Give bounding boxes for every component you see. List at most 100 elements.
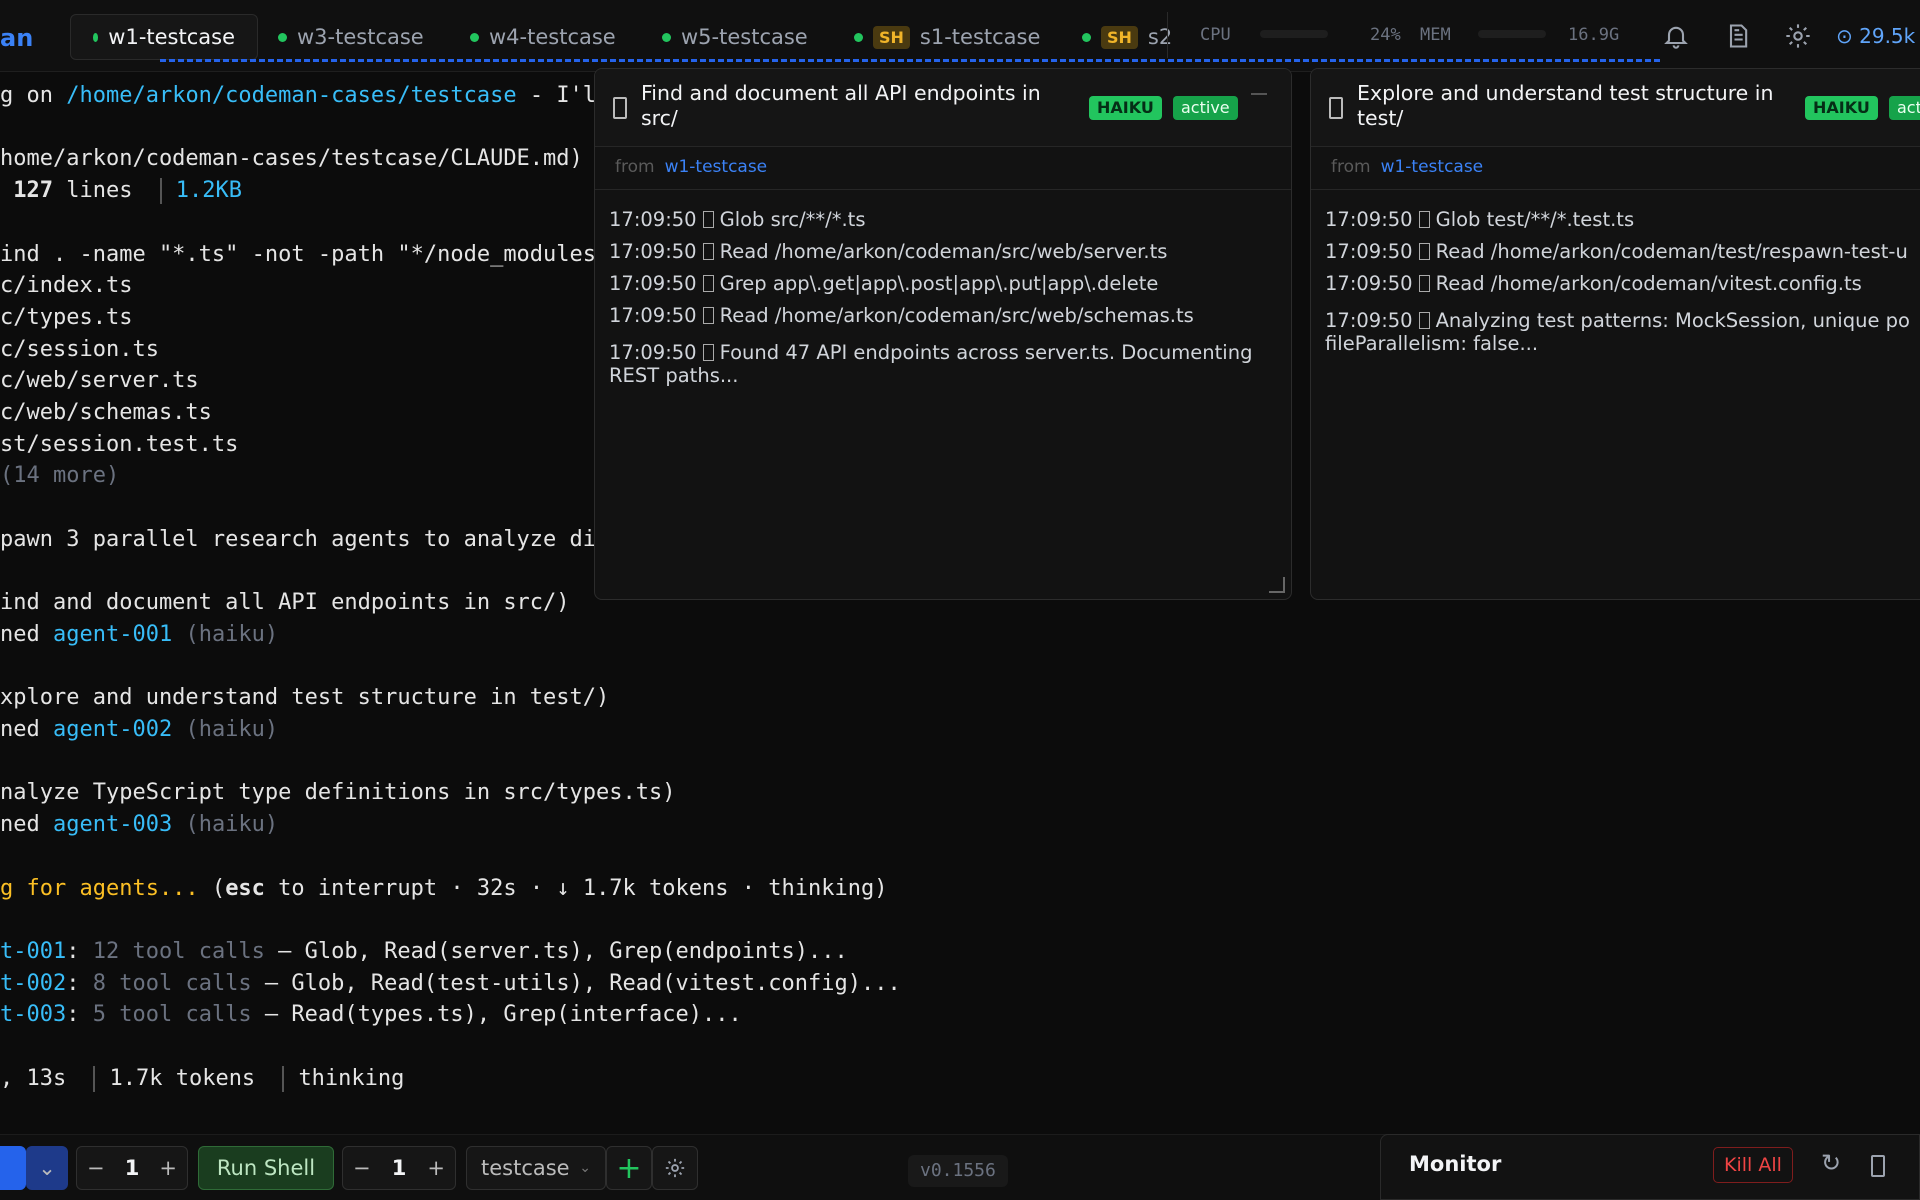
resize-handle[interactable] [1269, 577, 1285, 593]
increment-button[interactable]: + [427, 1156, 445, 1180]
app-logo: an [0, 24, 34, 52]
terminal-text: (haiku) [172, 621, 279, 647]
source-session-link[interactable]: w1-testcase [665, 157, 768, 177]
tool-icon [1418, 312, 1430, 329]
session-status-dot [470, 32, 479, 42]
tab-s1-testcase[interactable]: SH s1-testcase [854, 14, 1040, 60]
terminal-text: 127 [13, 178, 53, 204]
tab-label: s2 [1147, 25, 1173, 49]
add-button[interactable]: + [606, 1146, 652, 1190]
refresh-icon[interactable]: ↻ [1821, 1149, 1841, 1177]
tool-icon [702, 211, 714, 228]
decrement-button[interactable]: − [87, 1156, 105, 1180]
terminal-line: (14 more) [0, 460, 119, 492]
tab-s2[interactable]: SH s2 [1082, 14, 1172, 60]
terminal-line: ned agent-002 (haiku) [0, 714, 278, 746]
model-badge: HAIKU [1089, 96, 1162, 120]
tab-label: w5-testcase [681, 25, 808, 49]
terminal-line: c/session.ts [0, 334, 159, 366]
separator [159, 178, 162, 205]
terminal-text: c/session.ts [0, 336, 159, 362]
source-session-link[interactable]: w1-testcase [1381, 157, 1484, 177]
agent-card-2[interactable]: Explore and understand test structure in… [1310, 68, 1920, 600]
log-time: 17:09:50 [609, 341, 697, 364]
terminal-text: agent-003 [52, 812, 173, 838]
terminal-text: (haiku) [172, 717, 279, 742]
decrement-button[interactable]: − [353, 1156, 371, 1180]
chevron-down-icon: ⌄ [579, 1160, 591, 1176]
bell-icon[interactable] [1662, 22, 1690, 50]
log-text: Read /home/arkon/codeman/src/web/server.… [719, 240, 1168, 263]
tool-icon [1418, 211, 1430, 228]
terminal-text: home/arkon/codeman-cases/testcase/CLAUDE… [0, 146, 583, 172]
terminal-line: g on /home/arkon/codeman-cases/testcase … [0, 80, 596, 112]
case-select[interactable]: testcase ⌄ [466, 1146, 606, 1190]
settings-gear-icon[interactable] [652, 1146, 698, 1190]
tab-w4-testcase[interactable]: w4-testcase [470, 14, 616, 60]
agent-card-title: Find and document all API endpoints in s… [641, 81, 1041, 130]
log-entry: 17:09:50 Analyzing test patterns: MockSes… [1325, 309, 1920, 355]
agent-card-header: Find and document all API endpoints in s… [595, 69, 1291, 147]
primary-action-button[interactable] [0, 1146, 26, 1190]
log-entry: 17:09:50 Read /home/arkon/codeman/src/web… [609, 240, 1281, 263]
log-text: Glob src/**/*.ts [719, 208, 866, 231]
panel-toggle-icon[interactable] [1871, 1155, 1885, 1177]
separator [282, 1065, 285, 1092]
minimize-icon[interactable] [1251, 93, 1267, 95]
terminal-text: c/index.ts [0, 273, 133, 299]
mem-value: 16.9G [1568, 25, 1620, 45]
divider [595, 189, 1291, 190]
terminal-line: c/web/server.ts [0, 365, 199, 397]
terminal-text: esc [225, 875, 265, 901]
tab-label: w1-testcase [108, 25, 235, 49]
tab-w1-testcase[interactable]: w1-testcase [70, 14, 258, 60]
terminal-text: xplore and understand test structure in … [0, 685, 610, 711]
run-shell-button[interactable]: Run Shell [198, 1146, 334, 1190]
cpu-usage-bar [1260, 30, 1328, 38]
count-value: 1 [391, 1156, 407, 1180]
cpu-value: 24% [1370, 25, 1401, 45]
increment-button[interactable]: + [159, 1156, 177, 1180]
tab-divider [1167, 12, 1168, 58]
log-time: 17:09:50 [1325, 272, 1413, 295]
version-label: v0.1556 [908, 1155, 1008, 1187]
log-text: Read /home/arkon/codeman/src/web/schemas… [719, 304, 1194, 327]
terminal-text: : [66, 1002, 93, 1028]
agent-source: from w1-testcase [615, 157, 767, 177]
terminal-text: — Glob, Read(server.ts), Grep(endpoints)… [264, 938, 848, 964]
kill-all-button[interactable]: Kill All [1713, 1147, 1793, 1183]
agent-icon [613, 97, 627, 119]
count-stepper-1: − 1 + [76, 1146, 188, 1190]
log-time: 17:09:50 [609, 272, 697, 295]
agent-icon [1329, 97, 1343, 119]
agent-card-1[interactable]: Find and document all API endpoints in s… [594, 68, 1292, 600]
tab-label: w4-testcase [489, 25, 616, 49]
chevron-down-icon[interactable]: ⌄ [26, 1146, 68, 1190]
top-bar: an w1-testcase w3-testcase w4-testcase w… [0, 0, 1920, 72]
terminal-text: nalyze TypeScript type definitions in sr… [0, 780, 676, 806]
tool-icon [702, 243, 714, 260]
terminal-text: t-001 [0, 938, 67, 964]
session-status-dot [278, 32, 287, 42]
from-label: from [615, 157, 655, 177]
shell-badge: SH [873, 25, 910, 49]
terminal-text: to interrupt · 32s · ↓ 1.7k tokens · thi… [264, 875, 888, 901]
tool-icon [702, 275, 714, 292]
monitor-panel: Monitor Kill All ↻ [1380, 1134, 1920, 1200]
document-icon[interactable] [1724, 22, 1752, 50]
log-time: 17:09:50 [1325, 309, 1413, 332]
agent-card-header: Explore and understand test structure in… [1311, 69, 1920, 147]
terminal-text: : [66, 970, 93, 996]
tool-icon [1418, 243, 1430, 260]
tab-w3-testcase[interactable]: w3-testcase [278, 14, 424, 60]
terminal-text: 12 tool calls [92, 938, 265, 964]
log-text: Read /home/arkon/codeman/test/respawn-te… [1435, 240, 1908, 263]
gear-icon[interactable] [1784, 22, 1812, 50]
terminal-line: ned agent-003 (haiku) [0, 809, 278, 841]
terminal-text: ned [0, 621, 53, 647]
terminal-text: st/session.test.ts [0, 431, 239, 457]
tab-w5-testcase[interactable]: w5-testcase [662, 14, 808, 60]
terminal-text: agent-001 [52, 621, 173, 647]
monitor-title: Monitor [1409, 1152, 1502, 1176]
terminal-text: — Read(types.ts), Grep(interface)... [251, 1002, 742, 1028]
